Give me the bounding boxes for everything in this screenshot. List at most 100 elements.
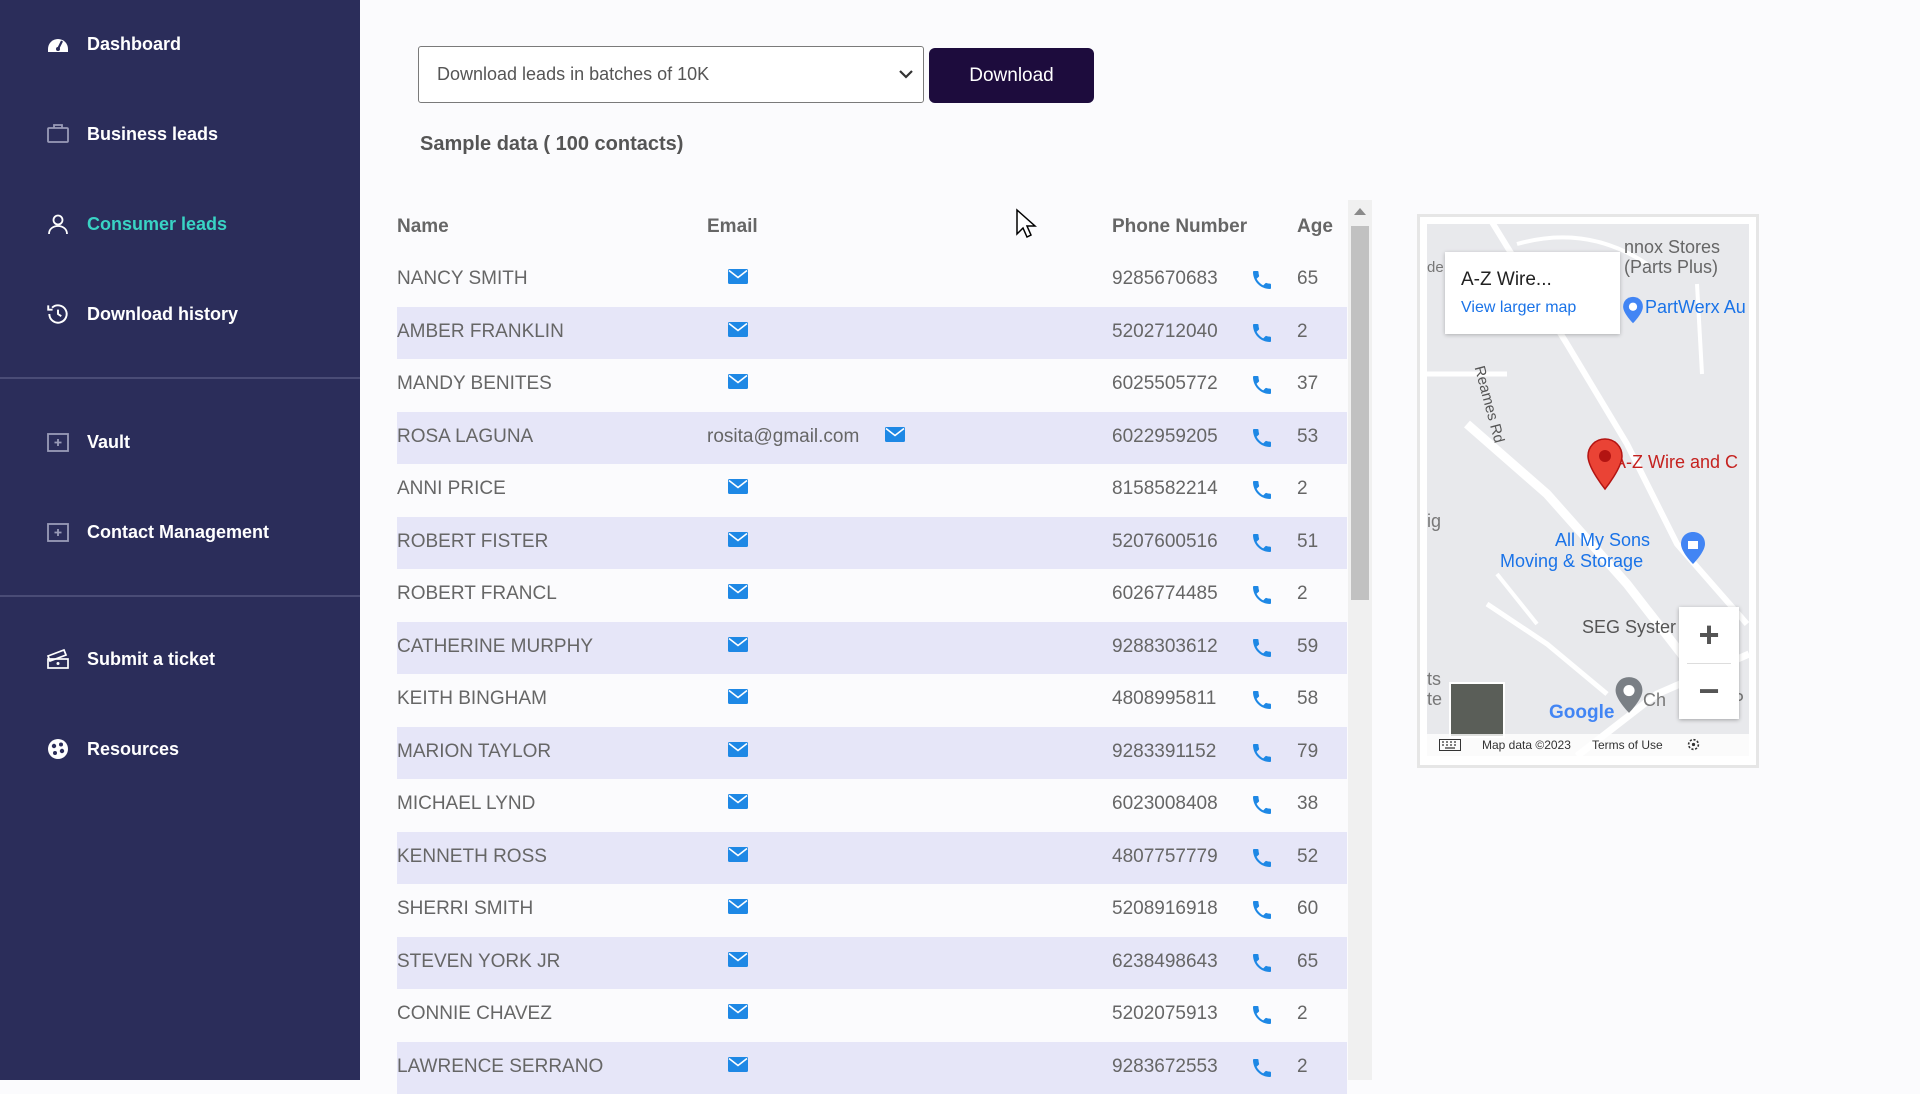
phone-icon[interactable] (1250, 951, 1274, 975)
sidebar-item-resources[interactable]: Resources (45, 729, 179, 769)
table-row[interactable]: CATHERINE MURPHY928830361259 (397, 622, 1347, 675)
cell-name: ROBERT FRANCL (397, 583, 557, 605)
phone-icon[interactable] (1250, 268, 1274, 292)
sidebar-item-business-leads[interactable]: Business leads (45, 114, 218, 154)
phone-icon[interactable] (1250, 1003, 1274, 1027)
sidebar-item-label: Business leads (87, 124, 218, 145)
table-row[interactable]: CONNIE CHAVEZ52020759132 (397, 989, 1347, 1042)
table-row[interactable]: KENNETH ROSS480775777952 (397, 832, 1347, 885)
header-name: Name (397, 216, 449, 238)
email-icon[interactable] (728, 531, 748, 546)
email-icon[interactable] (728, 321, 748, 336)
map-pin-icon[interactable] (1586, 437, 1624, 496)
phone-icon[interactable] (1250, 478, 1274, 502)
table-row[interactable]: MANDY BENITES602550577237 (397, 359, 1347, 412)
scroll-up-arrow[interactable] (1354, 208, 1366, 215)
phone-icon[interactable] (1250, 741, 1274, 765)
cell-age: 2 (1297, 583, 1308, 605)
sidebar-divider (0, 377, 360, 379)
cell-age: 53 (1297, 426, 1318, 448)
sidebar-item-label: Download history (87, 304, 238, 325)
cell-age: 79 (1297, 741, 1318, 763)
sidebar-item-label: Dashboard (87, 34, 181, 55)
cell-name: STEVEN YORK JR (397, 951, 560, 973)
email-icon[interactable] (728, 688, 748, 703)
email-icon[interactable] (728, 1056, 748, 1071)
cell-phone: 6022959205 (1112, 426, 1218, 448)
email-icon[interactable] (728, 583, 748, 598)
table-row[interactable]: ROBERT FRANCL 6026774485 2 (397, 569, 1347, 622)
email-icon[interactable] (728, 636, 748, 651)
dashboard-icon (45, 31, 71, 57)
sidebar-item-contact-management[interactable]: Contact Management (45, 512, 269, 552)
table-row[interactable]: STEVEN YORK JR623849864365 (397, 937, 1347, 990)
zoom-in-button[interactable]: + (1679, 607, 1739, 663)
phone-icon[interactable] (1250, 898, 1274, 922)
email-icon[interactable] (728, 478, 748, 493)
sidebar-item-submit-ticket[interactable]: Submit a ticket (45, 639, 215, 679)
map-label-nnox: nnox Stores (1624, 237, 1720, 258)
satellite-toggle[interactable] (1449, 682, 1505, 738)
map-label-partwerx: PartWerx Au (1645, 297, 1746, 318)
map-label-ch: Ch (1643, 690, 1666, 711)
view-larger-map-link[interactable]: View larger map (1461, 299, 1576, 317)
phone-icon[interactable] (1250, 321, 1274, 345)
email-icon[interactable] (728, 793, 748, 808)
phone-icon[interactable] (1250, 846, 1274, 870)
zoom-out-button[interactable]: − (1679, 663, 1739, 719)
map-label-de: de (1427, 259, 1444, 276)
google-logo: Google (1549, 702, 1614, 724)
store-pin-icon (1622, 296, 1644, 329)
table-scrollbar[interactable] (1348, 200, 1372, 1080)
phone-icon[interactable] (1250, 688, 1274, 712)
table-row[interactable]: LAWRENCE SERRANO92836725532 (397, 1042, 1347, 1094)
download-button[interactable]: Download (929, 48, 1094, 103)
phone-icon[interactable] (1250, 373, 1274, 397)
table-row[interactable]: AMBER FRANKLIN52027120402 (397, 307, 1347, 360)
sidebar-item-download-history[interactable]: Download history (45, 294, 238, 334)
cell-phone: 5208916918 (1112, 898, 1218, 920)
table-row[interactable]: SHERRI SMITH520891691860 (397, 884, 1347, 937)
email-icon[interactable] (728, 846, 748, 861)
map-widget[interactable]: A-Z Wire... View larger map nnox Stores … (1417, 214, 1759, 768)
table-row[interactable]: KEITH BINGHAM480899581158 (397, 674, 1347, 727)
cell-phone: 6026774485 (1112, 583, 1218, 605)
scroll-thumb[interactable] (1351, 226, 1369, 600)
phone-icon[interactable] (1250, 531, 1274, 555)
cell-age: 59 (1297, 636, 1318, 658)
table-row[interactable]: MARION TAYLOR928339115279 (397, 727, 1347, 780)
phone-icon[interactable] (1250, 793, 1274, 817)
table-row[interactable]: MICHAEL LYND602300840838 (397, 779, 1347, 832)
sidebar-item-vault[interactable]: Vault (45, 422, 130, 462)
terms-of-use-link[interactable]: Terms of Use (1592, 738, 1663, 752)
table-row[interactable]: NANCY SMITH928567068365 (397, 254, 1347, 307)
map-label-azwire: A-Z Wire and C (1614, 452, 1738, 473)
table-row[interactable]: ROSA LAGUNArosita@gmail.com602295920553 (397, 412, 1347, 465)
email-icon[interactable] (885, 426, 905, 441)
table-row[interactable]: ROBERT FISTER520760051651 (397, 517, 1347, 570)
keyboard-icon[interactable] (1439, 739, 1461, 754)
batch-select[interactable]: Download leads in batches of 10K (418, 46, 924, 103)
cell-age: 2 (1297, 478, 1308, 500)
sidebar-item-consumer-leads[interactable]: Consumer leads (45, 204, 227, 244)
cell-age: 65 (1297, 951, 1318, 973)
email-icon[interactable] (728, 741, 748, 756)
phone-icon[interactable] (1250, 636, 1274, 660)
email-icon[interactable] (728, 1003, 748, 1018)
email-icon[interactable] (728, 951, 748, 966)
cell-name: CATHERINE MURPHY (397, 636, 593, 658)
email-icon[interactable] (728, 268, 748, 283)
phone-icon[interactable] (1250, 1056, 1274, 1080)
sidebar-item-dashboard[interactable]: Dashboard (45, 24, 181, 64)
phone-icon[interactable] (1250, 426, 1274, 450)
ticket-icon (45, 646, 71, 672)
leads-table: Name Email Phone Number Age NANCY SMITH9… (397, 200, 1347, 1094)
map-canvas[interactable]: A-Z Wire... View larger map nnox Stores … (1427, 224, 1749, 756)
sidebar-divider (0, 595, 360, 597)
settings-icon[interactable] (1687, 738, 1700, 754)
email-icon[interactable] (728, 373, 748, 388)
table-row[interactable]: ANNI PRICE81585822142 (397, 464, 1347, 517)
email-icon[interactable] (728, 898, 748, 913)
batch-select-value: Download leads in batches of 10K (437, 64, 709, 85)
phone-icon[interactable] (1250, 583, 1274, 607)
